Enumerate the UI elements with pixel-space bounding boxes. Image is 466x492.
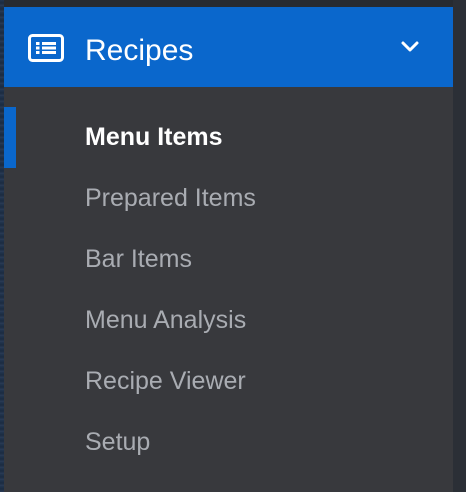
chevron-down-icon[interactable] <box>400 40 420 54</box>
backdrop-top <box>0 0 466 7</box>
recipes-section-header[interactable]: Recipes <box>4 7 453 87</box>
menu-item-menu-items[interactable]: Menu Items <box>4 107 453 168</box>
menu-item-label: Setup <box>85 428 151 456</box>
backdrop-right-edge <box>453 0 466 492</box>
menu-item-bar-items[interactable]: Bar Items <box>4 229 453 290</box>
menu-item-label: Menu Analysis <box>85 306 247 334</box>
recipes-nav-panel: Recipes Menu Items Prepared Items Bar It… <box>4 7 453 492</box>
menu-item-setup[interactable]: Setup <box>4 412 453 473</box>
list-icon <box>28 34 64 62</box>
menu-item-label: Bar Items <box>85 245 192 273</box>
menu-item-label: Recipe Viewer <box>85 367 246 395</box>
active-indicator <box>4 107 16 168</box>
recipes-submenu: Menu Items Prepared Items Bar Items Menu… <box>4 107 453 473</box>
menu-item-menu-analysis[interactable]: Menu Analysis <box>4 290 453 351</box>
recipes-section-title: Recipes <box>85 34 194 67</box>
menu-item-recipe-viewer[interactable]: Recipe Viewer <box>4 351 453 412</box>
menu-item-label: Prepared Items <box>85 184 256 212</box>
menu-item-prepared-items[interactable]: Prepared Items <box>4 168 453 229</box>
menu-item-label: Menu Items <box>85 123 223 151</box>
